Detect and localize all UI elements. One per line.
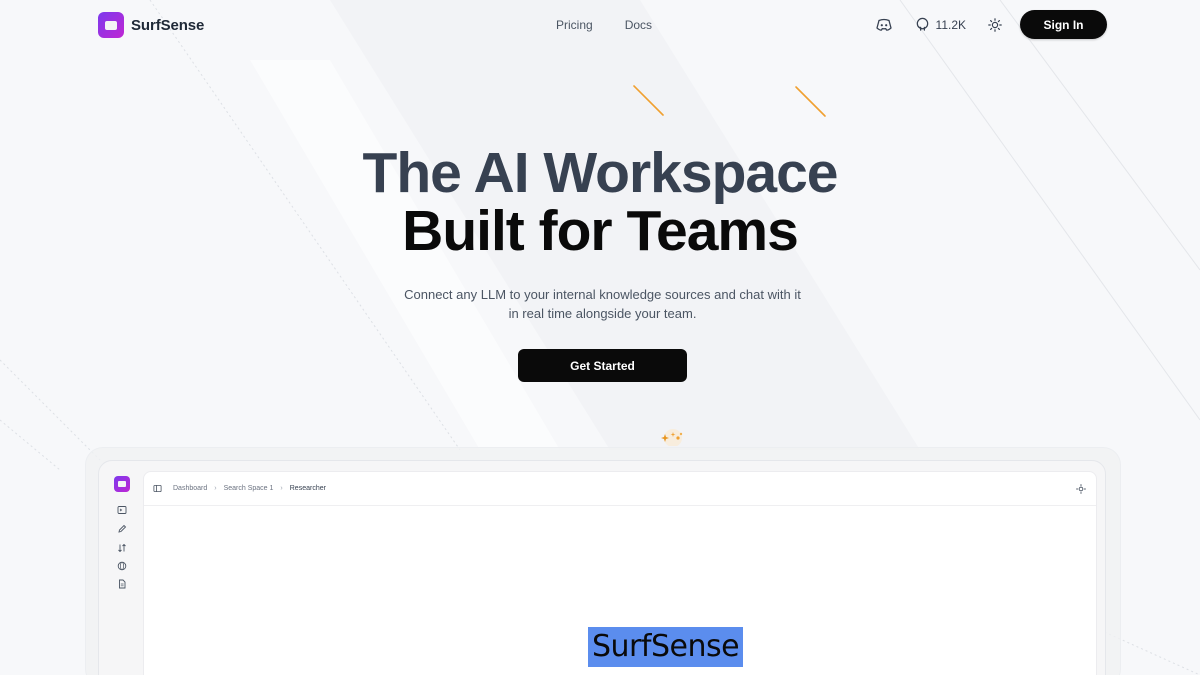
github-stars[interactable]: 11.2K — [915, 17, 966, 32]
discord-icon[interactable] — [875, 16, 893, 34]
breadcrumb-researcher: Researcher — [289, 485, 326, 492]
sidebar-toggle-icon[interactable] — [153, 484, 162, 493]
sort-icon[interactable] — [117, 543, 127, 553]
sun-icon[interactable] — [986, 16, 1004, 34]
nav-link-docs[interactable]: Docs — [625, 18, 652, 32]
nav-links: Pricing Docs — [556, 18, 652, 32]
hero-title-line1: The AI Workspace — [362, 141, 839, 205]
preview-main: Dashboard › Search Space 1 › Researcher … — [143, 471, 1097, 675]
sparkle-icon — [661, 429, 683, 446]
breadcrumb: Dashboard › Search Space 1 › Researcher — [144, 472, 1096, 506]
nav-link-pricing[interactable]: Pricing — [556, 18, 593, 32]
surfsense-logo-icon — [98, 12, 124, 38]
chevron-right-icon: › — [280, 485, 283, 492]
github-icon — [916, 17, 928, 31]
document-icon[interactable] — [117, 579, 127, 589]
globe-icon[interactable] — [117, 561, 127, 571]
nav-actions: 11.2K Sign In — [875, 10, 1107, 39]
hero-subtitle: Connect any LLM to your internal knowled… — [404, 287, 801, 321]
surfsense-logo-icon — [114, 476, 130, 492]
edit-icon[interactable] — [117, 524, 127, 534]
terminal-icon[interactable] — [117, 505, 127, 515]
surfsense-wordmark: SurfSense — [588, 627, 744, 667]
breadcrumb-dashboard[interactable]: Dashboard — [173, 485, 207, 492]
sign-in-button[interactable]: Sign In — [1020, 10, 1107, 39]
get-started-button[interactable]: Get Started — [518, 349, 687, 382]
brand-name: SurfSense — [131, 16, 205, 34]
top-nav: SurfSense Pricing Docs 11.2K Sign In — [0, 0, 1200, 50]
github-star-count: 11.2K — [935, 17, 966, 32]
hero-title-line2: Built for Teams — [402, 199, 799, 263]
sun-icon[interactable] — [1076, 484, 1086, 494]
brand[interactable]: SurfSense — [98, 12, 204, 38]
breadcrumb-search-space[interactable]: Search Space 1 — [224, 485, 274, 492]
preview-sidebar — [99, 461, 143, 675]
chevron-right-icon: › — [214, 485, 217, 492]
app-preview: Dashboard › Search Space 1 › Researcher … — [98, 460, 1106, 675]
